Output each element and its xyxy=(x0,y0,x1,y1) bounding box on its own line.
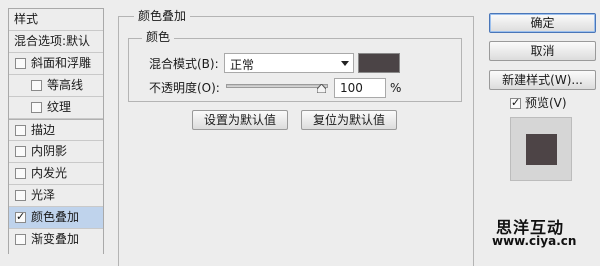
blending-options-label: 混合选项:默认 xyxy=(14,34,91,48)
texture-label: 纹理 xyxy=(47,100,72,114)
texture-checkbox[interactable] xyxy=(31,102,42,113)
inner-shadow-checkbox[interactable] xyxy=(15,146,26,157)
preview-label: 预览(V) xyxy=(525,96,567,110)
style-item-contour[interactable]: 等高线 xyxy=(9,75,103,97)
style-item-inner-glow[interactable]: 内发光 xyxy=(9,163,103,185)
blending-options-item[interactable]: 混合选项:默认 xyxy=(9,31,103,53)
cancel-button[interactable]: 取消 xyxy=(489,41,596,61)
watermark-url: www.ciya.cn xyxy=(492,234,577,248)
contour-checkbox[interactable] xyxy=(31,80,42,91)
satin-checkbox[interactable] xyxy=(15,190,26,201)
color-overlay-checkbox[interactable] xyxy=(15,210,26,223)
style-item-inner-shadow[interactable]: 内阴影 xyxy=(9,141,103,163)
opacity-input[interactable]: 100 xyxy=(334,78,386,98)
styles-list: 样式 混合选项:默认 斜面和浮雕 等高线 纹理 描边 内阴影 内发光 光泽 颜色… xyxy=(8,8,104,254)
style-item-color-overlay[interactable]: 颜色叠加 xyxy=(9,207,103,229)
color-overlay-label: 颜色叠加 xyxy=(31,210,80,224)
opacity-slider-thumb[interactable] xyxy=(317,84,326,93)
bevel-emboss-label: 斜面和浮雕 xyxy=(31,56,92,70)
inner-shadow-label: 内阴影 xyxy=(31,144,68,158)
bevel-emboss-checkbox[interactable] xyxy=(15,58,26,69)
satin-label: 光泽 xyxy=(31,188,56,202)
reset-default-button[interactable]: 复位为默认值 xyxy=(301,110,397,130)
set-default-button[interactable]: 设置为默认值 xyxy=(192,110,288,130)
opacity-unit: % xyxy=(390,81,402,95)
opacity-slider-track[interactable] xyxy=(226,84,328,88)
contour-label: 等高线 xyxy=(47,78,84,92)
blend-mode-value: 正常 xyxy=(230,58,255,72)
stroke-label: 描边 xyxy=(31,123,56,137)
gradient-overlay-label: 渐变叠加 xyxy=(31,232,80,246)
inner-glow-checkbox[interactable] xyxy=(15,168,26,179)
blend-mode-label: 混合模式(B): xyxy=(149,57,219,71)
preview-swatch xyxy=(526,134,557,165)
inner-glow-label: 内发光 xyxy=(31,166,68,180)
opacity-label: 不透明度(O): xyxy=(149,81,220,95)
color-overlay-title: 颜色叠加 xyxy=(134,9,191,23)
styles-header[interactable]: 样式 xyxy=(9,9,103,31)
overlay-color-swatch[interactable] xyxy=(358,53,400,73)
ok-button[interactable]: 确定 xyxy=(489,13,596,33)
chevron-down-icon xyxy=(341,61,349,66)
gradient-overlay-checkbox[interactable] xyxy=(15,234,26,245)
blend-mode-select[interactable]: 正常 xyxy=(224,53,354,73)
style-item-bevel-emboss[interactable]: 斜面和浮雕 xyxy=(9,53,103,75)
preview-thumbnail xyxy=(510,117,572,181)
opacity-value: 100 xyxy=(340,81,363,95)
style-item-texture[interactable]: 纹理 xyxy=(9,97,103,119)
style-item-satin[interactable]: 光泽 xyxy=(9,185,103,207)
styles-header-label: 样式 xyxy=(14,12,39,26)
style-item-stroke[interactable]: 描边 xyxy=(9,119,103,141)
style-item-gradient-overlay[interactable]: 渐变叠加 xyxy=(9,229,103,251)
color-group-title: 颜色 xyxy=(142,30,175,44)
preview-checkbox[interactable] xyxy=(510,96,521,109)
new-style-button[interactable]: 新建样式(W)... xyxy=(489,70,596,90)
stroke-checkbox[interactable] xyxy=(15,125,26,136)
